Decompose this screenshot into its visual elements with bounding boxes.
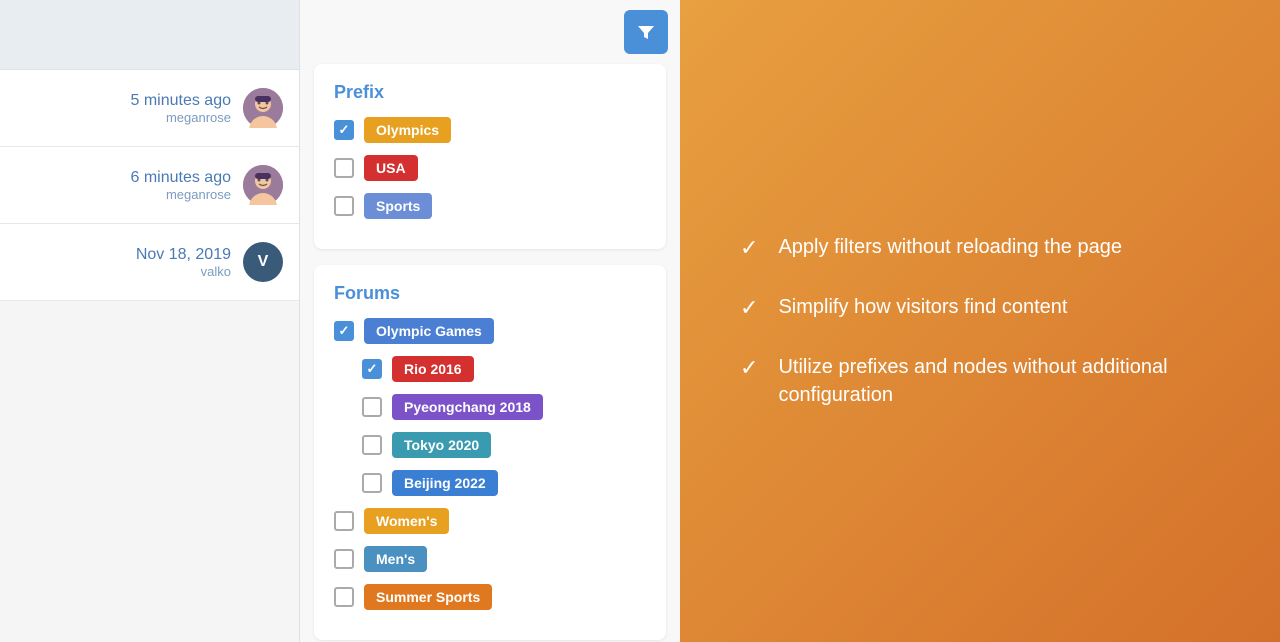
- filter-row: Summer Sports: [334, 584, 646, 610]
- avatar: [243, 88, 283, 128]
- filter-row: Beijing 2022: [362, 470, 646, 496]
- avatar: V: [243, 242, 283, 282]
- olympic-games-tag[interactable]: Olympic Games: [364, 318, 494, 344]
- feature-item-1: ✓ Apply filters without reloading the pa…: [740, 233, 1220, 261]
- item-user: valko: [136, 264, 231, 279]
- item-user: meganrose: [130, 110, 231, 125]
- summer-sports-tag[interactable]: Summer Sports: [364, 584, 492, 610]
- womens-tag[interactable]: Women's: [364, 508, 449, 534]
- filter-btn-container: [300, 0, 680, 64]
- forums-title: Forums: [334, 283, 646, 304]
- sidebar-header: [0, 0, 299, 70]
- olympics-checkbox[interactable]: [334, 120, 354, 140]
- filter-row: Pyeongchang 2018: [362, 394, 646, 420]
- item-user: meganrose: [130, 187, 231, 202]
- feature-text-3: Utilize prefixes and nodes without addit…: [778, 353, 1220, 409]
- features-panel: ✓ Apply filters without reloading the pa…: [680, 0, 1280, 642]
- list-item[interactable]: 5 minutes ago meganrose: [0, 70, 299, 147]
- check-icon-3: ✓: [740, 355, 758, 381]
- beijing-checkbox[interactable]: [362, 473, 382, 493]
- feature-text-1: Apply filters without reloading the page: [778, 233, 1122, 261]
- feature-text-2: Simplify how visitors find content: [778, 293, 1067, 321]
- item-time: 6 minutes ago: [130, 169, 231, 187]
- filter-row: Tokyo 2020: [362, 432, 646, 458]
- check-icon-2: ✓: [740, 295, 758, 321]
- list-item[interactable]: 6 minutes ago meganrose: [0, 147, 299, 224]
- womens-checkbox[interactable]: [334, 511, 354, 531]
- sports-tag[interactable]: Sports: [364, 193, 432, 219]
- rio-checkbox[interactable]: [362, 359, 382, 379]
- item-text: 5 minutes ago meganrose: [130, 92, 231, 125]
- filter-row: USA: [334, 155, 646, 181]
- filter-panel: Prefix Olympics USA Sports Forums Olympi…: [300, 0, 680, 642]
- filter-row: Sports: [334, 193, 646, 219]
- mens-tag[interactable]: Men's: [364, 546, 427, 572]
- tokyo-checkbox[interactable]: [362, 435, 382, 455]
- check-icon-1: ✓: [740, 235, 758, 261]
- mens-checkbox[interactable]: [334, 549, 354, 569]
- pyeongchang-checkbox[interactable]: [362, 397, 382, 417]
- forums-section: Forums Olympic Games Rio 2016 Pyeongchan…: [314, 265, 666, 640]
- feature-item-3: ✓ Utilize prefixes and nodes without add…: [740, 353, 1220, 409]
- filter-button[interactable]: [624, 10, 668, 54]
- sidebar: 5 minutes ago meganrose 6 minutes ago me…: [0, 0, 300, 642]
- item-time: 5 minutes ago: [130, 92, 231, 110]
- filter-row: Olympic Games: [334, 318, 646, 344]
- filter-row: Women's: [334, 508, 646, 534]
- usa-checkbox[interactable]: [334, 158, 354, 178]
- beijing-tag[interactable]: Beijing 2022: [392, 470, 498, 496]
- feature-item-2: ✓ Simplify how visitors find content: [740, 293, 1220, 321]
- olympics-tag[interactable]: Olympics: [364, 117, 451, 143]
- filter-row: Olympics: [334, 117, 646, 143]
- sports-checkbox[interactable]: [334, 196, 354, 216]
- filter-icon: [636, 22, 656, 42]
- olympic-games-checkbox[interactable]: [334, 321, 354, 341]
- filter-row: Rio 2016: [362, 356, 646, 382]
- prefix-section: Prefix Olympics USA Sports: [314, 64, 666, 249]
- usa-tag[interactable]: USA: [364, 155, 418, 181]
- list-item[interactable]: Nov 18, 2019 valko V: [0, 224, 299, 301]
- prefix-title: Prefix: [334, 82, 646, 103]
- avatar: [243, 165, 283, 205]
- pyeongchang-tag[interactable]: Pyeongchang 2018: [392, 394, 543, 420]
- filter-row: Men's: [334, 546, 646, 572]
- item-time: Nov 18, 2019: [136, 246, 231, 264]
- item-text: 6 minutes ago meganrose: [130, 169, 231, 202]
- rio-tag[interactable]: Rio 2016: [392, 356, 474, 382]
- tokyo-tag[interactable]: Tokyo 2020: [392, 432, 491, 458]
- summer-sports-checkbox[interactable]: [334, 587, 354, 607]
- item-text: Nov 18, 2019 valko: [136, 246, 231, 279]
